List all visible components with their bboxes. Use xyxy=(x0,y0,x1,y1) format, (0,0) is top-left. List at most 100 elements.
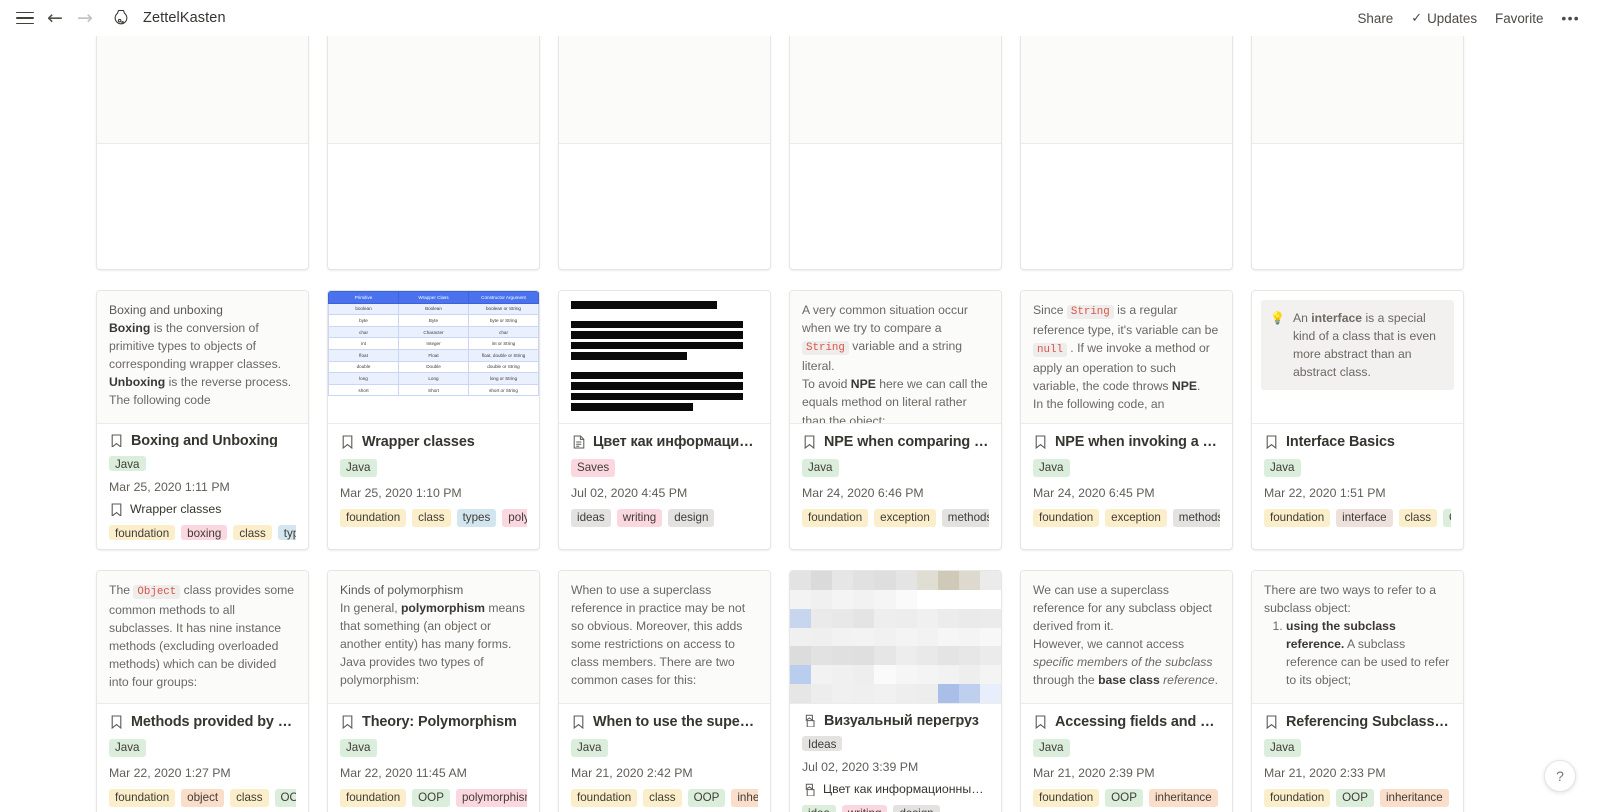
page-icon xyxy=(340,714,355,730)
help-button[interactable]: ? xyxy=(1544,760,1576,792)
card-date: Mar 24, 2020 6:45 PM xyxy=(1033,486,1155,500)
tag: class xyxy=(1398,509,1438,527)
card-relation[interactable]: Wrapper classes xyxy=(109,503,296,517)
preview-heading: Boxing and unboxing xyxy=(109,303,223,317)
table-row: long Long long or String xyxy=(328,372,539,385)
tag: OOP xyxy=(412,789,450,807)
tag: foundation xyxy=(1264,789,1331,807)
gallery-card[interactable]: Визуальный перегруз Ideas Jul 02, 2020 3… xyxy=(789,570,1002,812)
top-bar: ← → ZettelKasten Share ✓ Updates Favorit… xyxy=(0,0,1600,36)
page-icon xyxy=(340,434,355,450)
gallery-card[interactable]: There are two ways to refer to a subclas… xyxy=(1251,570,1464,812)
table-row: double Double double or String xyxy=(328,360,539,374)
gallery-card[interactable]: When to use a superclass reference in pr… xyxy=(558,570,771,812)
status-badge: Java xyxy=(109,456,146,471)
card-relation[interactable]: Цвет как информационный слой xyxy=(802,783,989,797)
card-preview xyxy=(1021,36,1232,144)
back-button[interactable]: ← xyxy=(40,4,70,32)
card-date: Mar 25, 2020 1:10 PM xyxy=(340,486,462,500)
list-item: using the subclass reference. A subclass… xyxy=(1286,617,1451,689)
card-tags: foundation exception methods xyxy=(802,509,989,527)
more-options-button[interactable]: ••• xyxy=(1553,5,1588,31)
page-icon xyxy=(109,503,124,517)
card-relation-label: Цвет как информационный слой xyxy=(823,783,989,797)
page-icon xyxy=(1033,714,1048,730)
favorite-button[interactable]: Favorite xyxy=(1487,6,1551,31)
bar xyxy=(571,320,744,328)
tag: foundation xyxy=(1033,789,1100,807)
document-icon xyxy=(571,434,586,450)
status-badge: Saves xyxy=(571,459,616,477)
gallery-card[interactable]: Primitive Wrapper Class Constructor Argu… xyxy=(327,290,540,550)
gallery-card[interactable]: 💡 An interface is a special kind of a cl… xyxy=(1251,290,1464,550)
preview-text: Since String is a regular reference type… xyxy=(1033,303,1219,412)
card-preview xyxy=(790,571,1001,704)
status-badge: Java xyxy=(571,739,608,757)
card-status-row: Java xyxy=(1033,739,1220,757)
tag: ideas xyxy=(571,509,611,527)
card-meta: NPE when invoking a m... Java Mar 24, 20… xyxy=(1021,424,1232,549)
gallery-card[interactable] xyxy=(558,36,771,270)
tag: OOP xyxy=(1336,789,1374,807)
gallery-card[interactable] xyxy=(96,36,309,270)
table-header-cell: Primitive xyxy=(328,291,399,304)
gallery-view[interactable]: Boxing and unboxing Boxing is the conver… xyxy=(0,36,1600,812)
bookmark-stack-icon xyxy=(802,783,817,797)
card-meta: Wrapper classes Java Mar 25, 2020 1:10 P… xyxy=(328,424,539,549)
bookmark-stack-icon xyxy=(802,714,817,728)
card-title-row: Визуальный перегруз xyxy=(802,714,989,727)
gallery-card[interactable] xyxy=(327,36,540,270)
card-meta: Interface Basics Java Mar 22, 2020 1:51 … xyxy=(1252,424,1463,549)
preview-intro: There are two ways to refer to a subclas… xyxy=(1264,583,1437,616)
card-status-row: Java xyxy=(802,459,989,477)
share-button[interactable]: Share xyxy=(1350,6,1402,31)
gallery-card[interactable]: Boxing and unboxing Boxing is the conver… xyxy=(96,290,309,550)
tag: idea xyxy=(802,805,836,812)
arrow-right-icon: → xyxy=(77,6,93,29)
table-header-row: Primitive Wrapper Class Constructor Argu… xyxy=(328,291,539,304)
card-tags: foundation boxing class type xyxy=(109,525,296,540)
gallery-card[interactable]: Цвет как информацио... Saves Jul 02, 202… xyxy=(558,290,771,550)
card-tags: foundation class types polym xyxy=(340,509,527,527)
card-tags: ideas writing design xyxy=(571,509,758,527)
gallery-card[interactable]: We can use a superclass reference for an… xyxy=(1020,570,1233,812)
card-preview: When to use a superclass reference in pr… xyxy=(559,571,770,704)
tag: boxing xyxy=(181,525,228,540)
gallery-card[interactable]: Kinds of polymorphism In general, polymo… xyxy=(327,570,540,812)
callout-text: An interface is a special kind of a clas… xyxy=(1292,311,1436,379)
gallery-card[interactable] xyxy=(789,36,1002,270)
gallery-card[interactable]: The Object class provides some common me… xyxy=(96,570,309,812)
card-status-row: Java xyxy=(109,456,296,471)
card-preview: Kinds of polymorphism In general, polymo… xyxy=(328,571,539,704)
forward-button[interactable]: → xyxy=(70,4,100,32)
bar xyxy=(571,331,744,339)
bar xyxy=(571,371,744,379)
updates-button[interactable]: ✓ Updates xyxy=(1403,5,1485,31)
gallery-card[interactable]: Since String is a regular reference type… xyxy=(1020,290,1233,550)
gallery-card[interactable] xyxy=(1020,36,1233,270)
card-tags: foundation object class OOP xyxy=(109,789,296,807)
bar xyxy=(571,352,687,360)
tag: polym xyxy=(502,509,527,527)
card-title-row: Interface Basics xyxy=(1264,434,1451,450)
sidebar-toggle-button[interactable] xyxy=(10,4,40,32)
tag: foundation xyxy=(1264,509,1331,527)
gallery-card[interactable]: A very common situation occur when we tr… xyxy=(789,290,1002,550)
card-title-row: Theory: Polymorphism xyxy=(340,714,527,730)
inline-code: Object xyxy=(133,585,181,599)
status-badge: Java xyxy=(1033,739,1070,757)
card-date: Mar 24, 2020 6:46 PM xyxy=(802,486,924,500)
page-icon xyxy=(109,434,124,448)
lightbulb-icon: 💡 xyxy=(1270,311,1285,325)
page-icon xyxy=(1033,434,1048,450)
bar xyxy=(571,341,744,349)
table-row: char Character char xyxy=(328,325,539,339)
gallery-card[interactable] xyxy=(1251,36,1464,270)
preview-text: Kinds of polymorphism In general, polymo… xyxy=(328,571,539,690)
preview-text: Boxing and unboxing Boxing is the conver… xyxy=(97,291,308,410)
status-badge: Java xyxy=(1033,459,1070,477)
preview-text: A very common situation occur when we tr… xyxy=(802,303,988,424)
card-title-row: Referencing Subclass Ob... xyxy=(1264,714,1451,730)
breadcrumb-app-title[interactable]: ZettelKasten xyxy=(137,8,232,28)
status-badge: Java xyxy=(340,739,377,757)
